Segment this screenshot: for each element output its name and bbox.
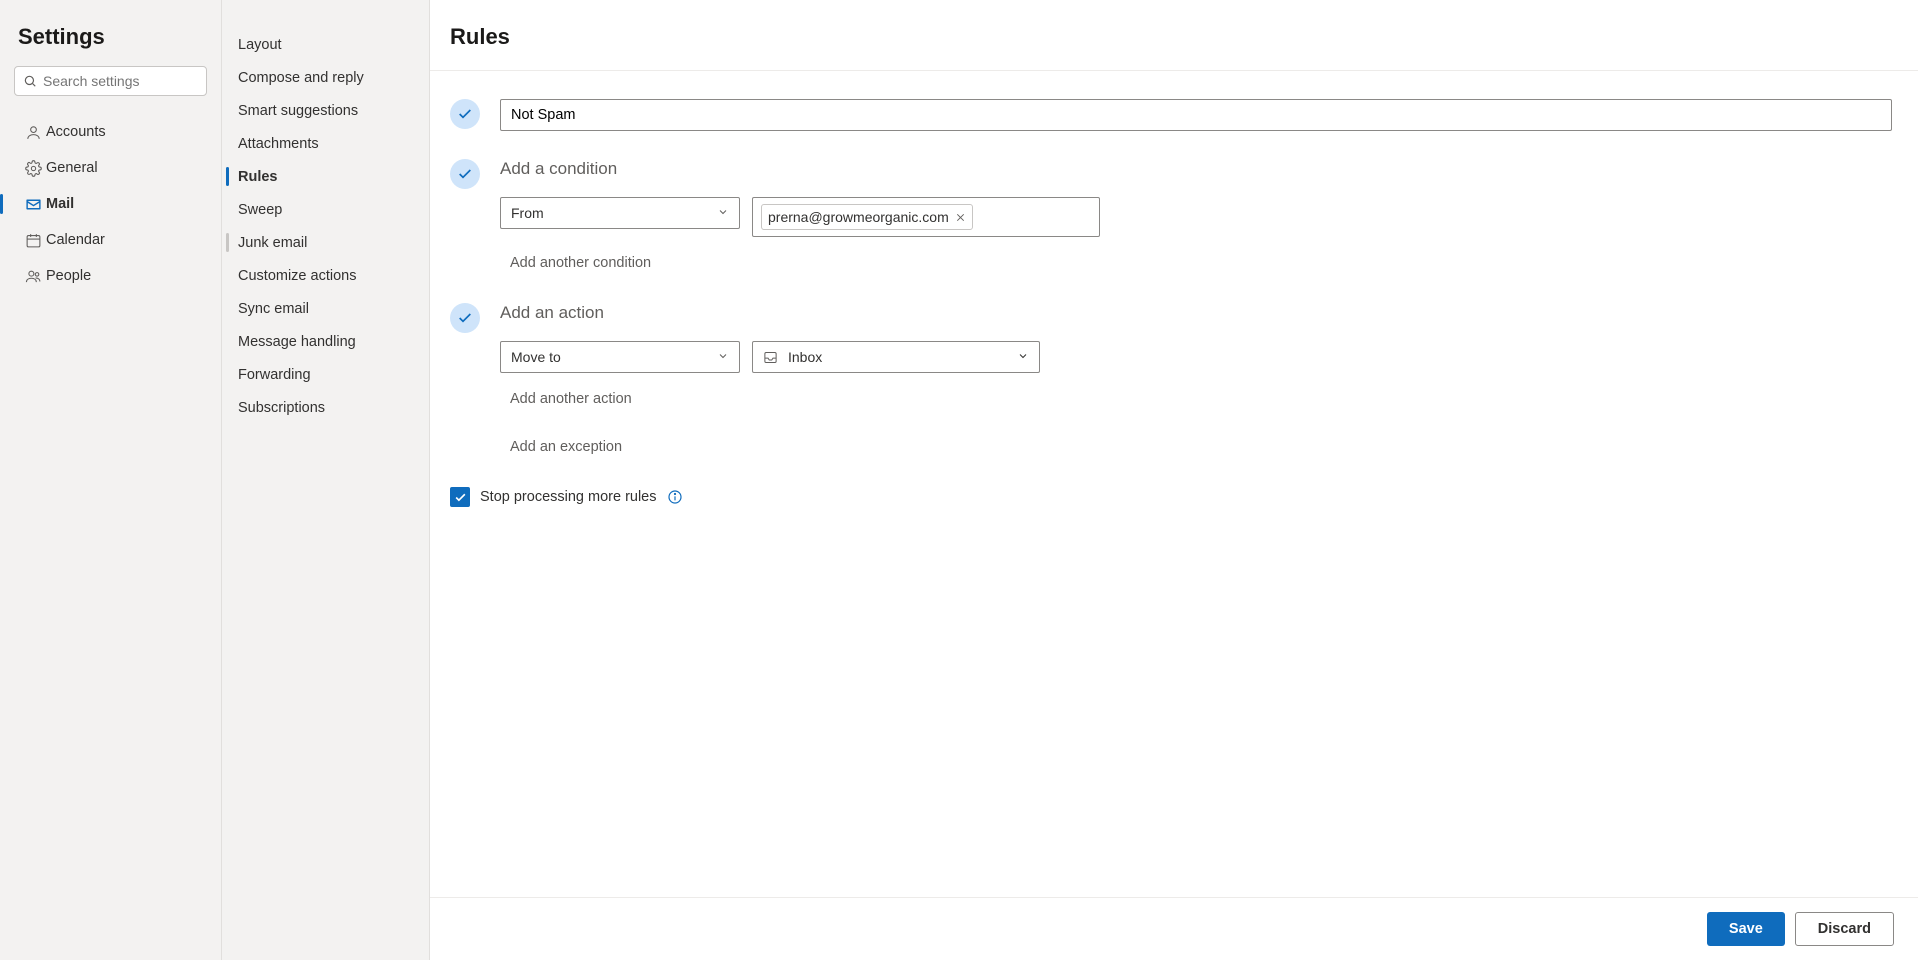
nav-people[interactable]: People — [14, 258, 207, 294]
person-icon — [20, 124, 46, 141]
stop-processing-label: Stop processing more rules — [480, 489, 657, 505]
step-complete-icon — [450, 99, 480, 129]
mail-settings-subnav: Layout Compose and reply Smart suggestio… — [222, 0, 430, 960]
subnav-message-handling[interactable]: Message handling — [222, 325, 429, 358]
rule-name-input[interactable] — [500, 99, 1892, 131]
chevron-down-icon — [717, 349, 729, 365]
email-chip: prerna@growmeorganic.com — [761, 204, 973, 230]
add-another-action-link[interactable]: Add another action — [510, 387, 632, 411]
condition-heading: Add a condition — [500, 159, 1892, 179]
stop-processing-row: Stop processing more rules — [450, 487, 1892, 507]
inbox-icon — [763, 350, 778, 365]
info-icon[interactable] — [667, 489, 683, 505]
calendar-icon — [20, 232, 46, 249]
discard-button[interactable]: Discard — [1795, 912, 1894, 946]
mail-icon — [20, 196, 46, 213]
action-heading: Add an action — [500, 303, 1892, 323]
chevron-down-icon — [1017, 349, 1029, 365]
chip-text: prerna@growmeorganic.com — [768, 209, 949, 225]
nav-mail[interactable]: Mail — [14, 186, 207, 222]
people-icon — [20, 268, 46, 285]
condition-field-dropdown[interactable]: From — [500, 197, 740, 229]
subnav-subscriptions[interactable]: Subscriptions — [222, 391, 429, 424]
footer-actions: Save Discard — [430, 897, 1918, 960]
subnav-sweep[interactable]: Sweep — [222, 193, 429, 226]
folder-name: Inbox — [788, 349, 822, 365]
action-folder-dropdown[interactable]: Inbox — [752, 341, 1040, 373]
search-icon — [23, 74, 37, 88]
remove-chip-icon[interactable] — [955, 212, 966, 223]
main-header: Rules — [430, 0, 1918, 71]
rule-form: Add a condition From prerna@growmeorgani… — [430, 71, 1918, 897]
step-complete-icon — [450, 159, 480, 189]
nav-accounts[interactable]: Accounts — [14, 114, 207, 150]
condition-value-input[interactable]: prerna@growmeorganic.com — [752, 197, 1100, 237]
save-button[interactable]: Save — [1707, 912, 1785, 946]
stop-processing-checkbox[interactable] — [450, 487, 470, 507]
nav-label: General — [46, 160, 98, 176]
subnav-sync-email[interactable]: Sync email — [222, 292, 429, 325]
nav-label: Accounts — [46, 124, 106, 140]
chevron-down-icon — [717, 205, 729, 221]
condition-section: Add a condition From prerna@growmeorgani… — [450, 159, 1892, 275]
nav-label: People — [46, 268, 91, 284]
nav-label: Mail — [46, 196, 74, 212]
action-field-dropdown[interactable]: Move to — [500, 341, 740, 373]
rules-editor: Rules Add a condition From — [430, 0, 1918, 960]
subnav-customize-actions[interactable]: Customize actions — [222, 259, 429, 292]
dropdown-value: Move to — [511, 349, 561, 365]
search-settings-input[interactable] — [43, 73, 198, 89]
nav-label: Calendar — [46, 232, 105, 248]
subnav-forwarding[interactable]: Forwarding — [222, 358, 429, 391]
subnav-junk-email[interactable]: Junk email — [222, 226, 429, 259]
subnav-layout[interactable]: Layout — [222, 28, 429, 61]
subnav-rules[interactable]: Rules — [222, 160, 429, 193]
add-another-condition-link[interactable]: Add another condition — [510, 251, 651, 275]
gear-icon — [20, 160, 46, 177]
nav-general[interactable]: General — [14, 150, 207, 186]
settings-title: Settings — [18, 24, 207, 50]
page-title: Rules — [450, 24, 1918, 50]
rule-name-section — [450, 99, 1892, 131]
settings-sidebar: Settings Accounts General Mail Calendar … — [0, 0, 222, 960]
step-complete-icon — [450, 303, 480, 333]
subnav-attachments[interactable]: Attachments — [222, 127, 429, 160]
nav-calendar[interactable]: Calendar — [14, 222, 207, 258]
subnav-compose[interactable]: Compose and reply — [222, 61, 429, 94]
subnav-smart-suggestions[interactable]: Smart suggestions — [222, 94, 429, 127]
search-settings-box[interactable] — [14, 66, 207, 96]
action-section: Add an action Move to Inbox — [450, 303, 1892, 459]
add-exception-link[interactable]: Add an exception — [510, 435, 622, 459]
dropdown-value: From — [511, 205, 544, 221]
